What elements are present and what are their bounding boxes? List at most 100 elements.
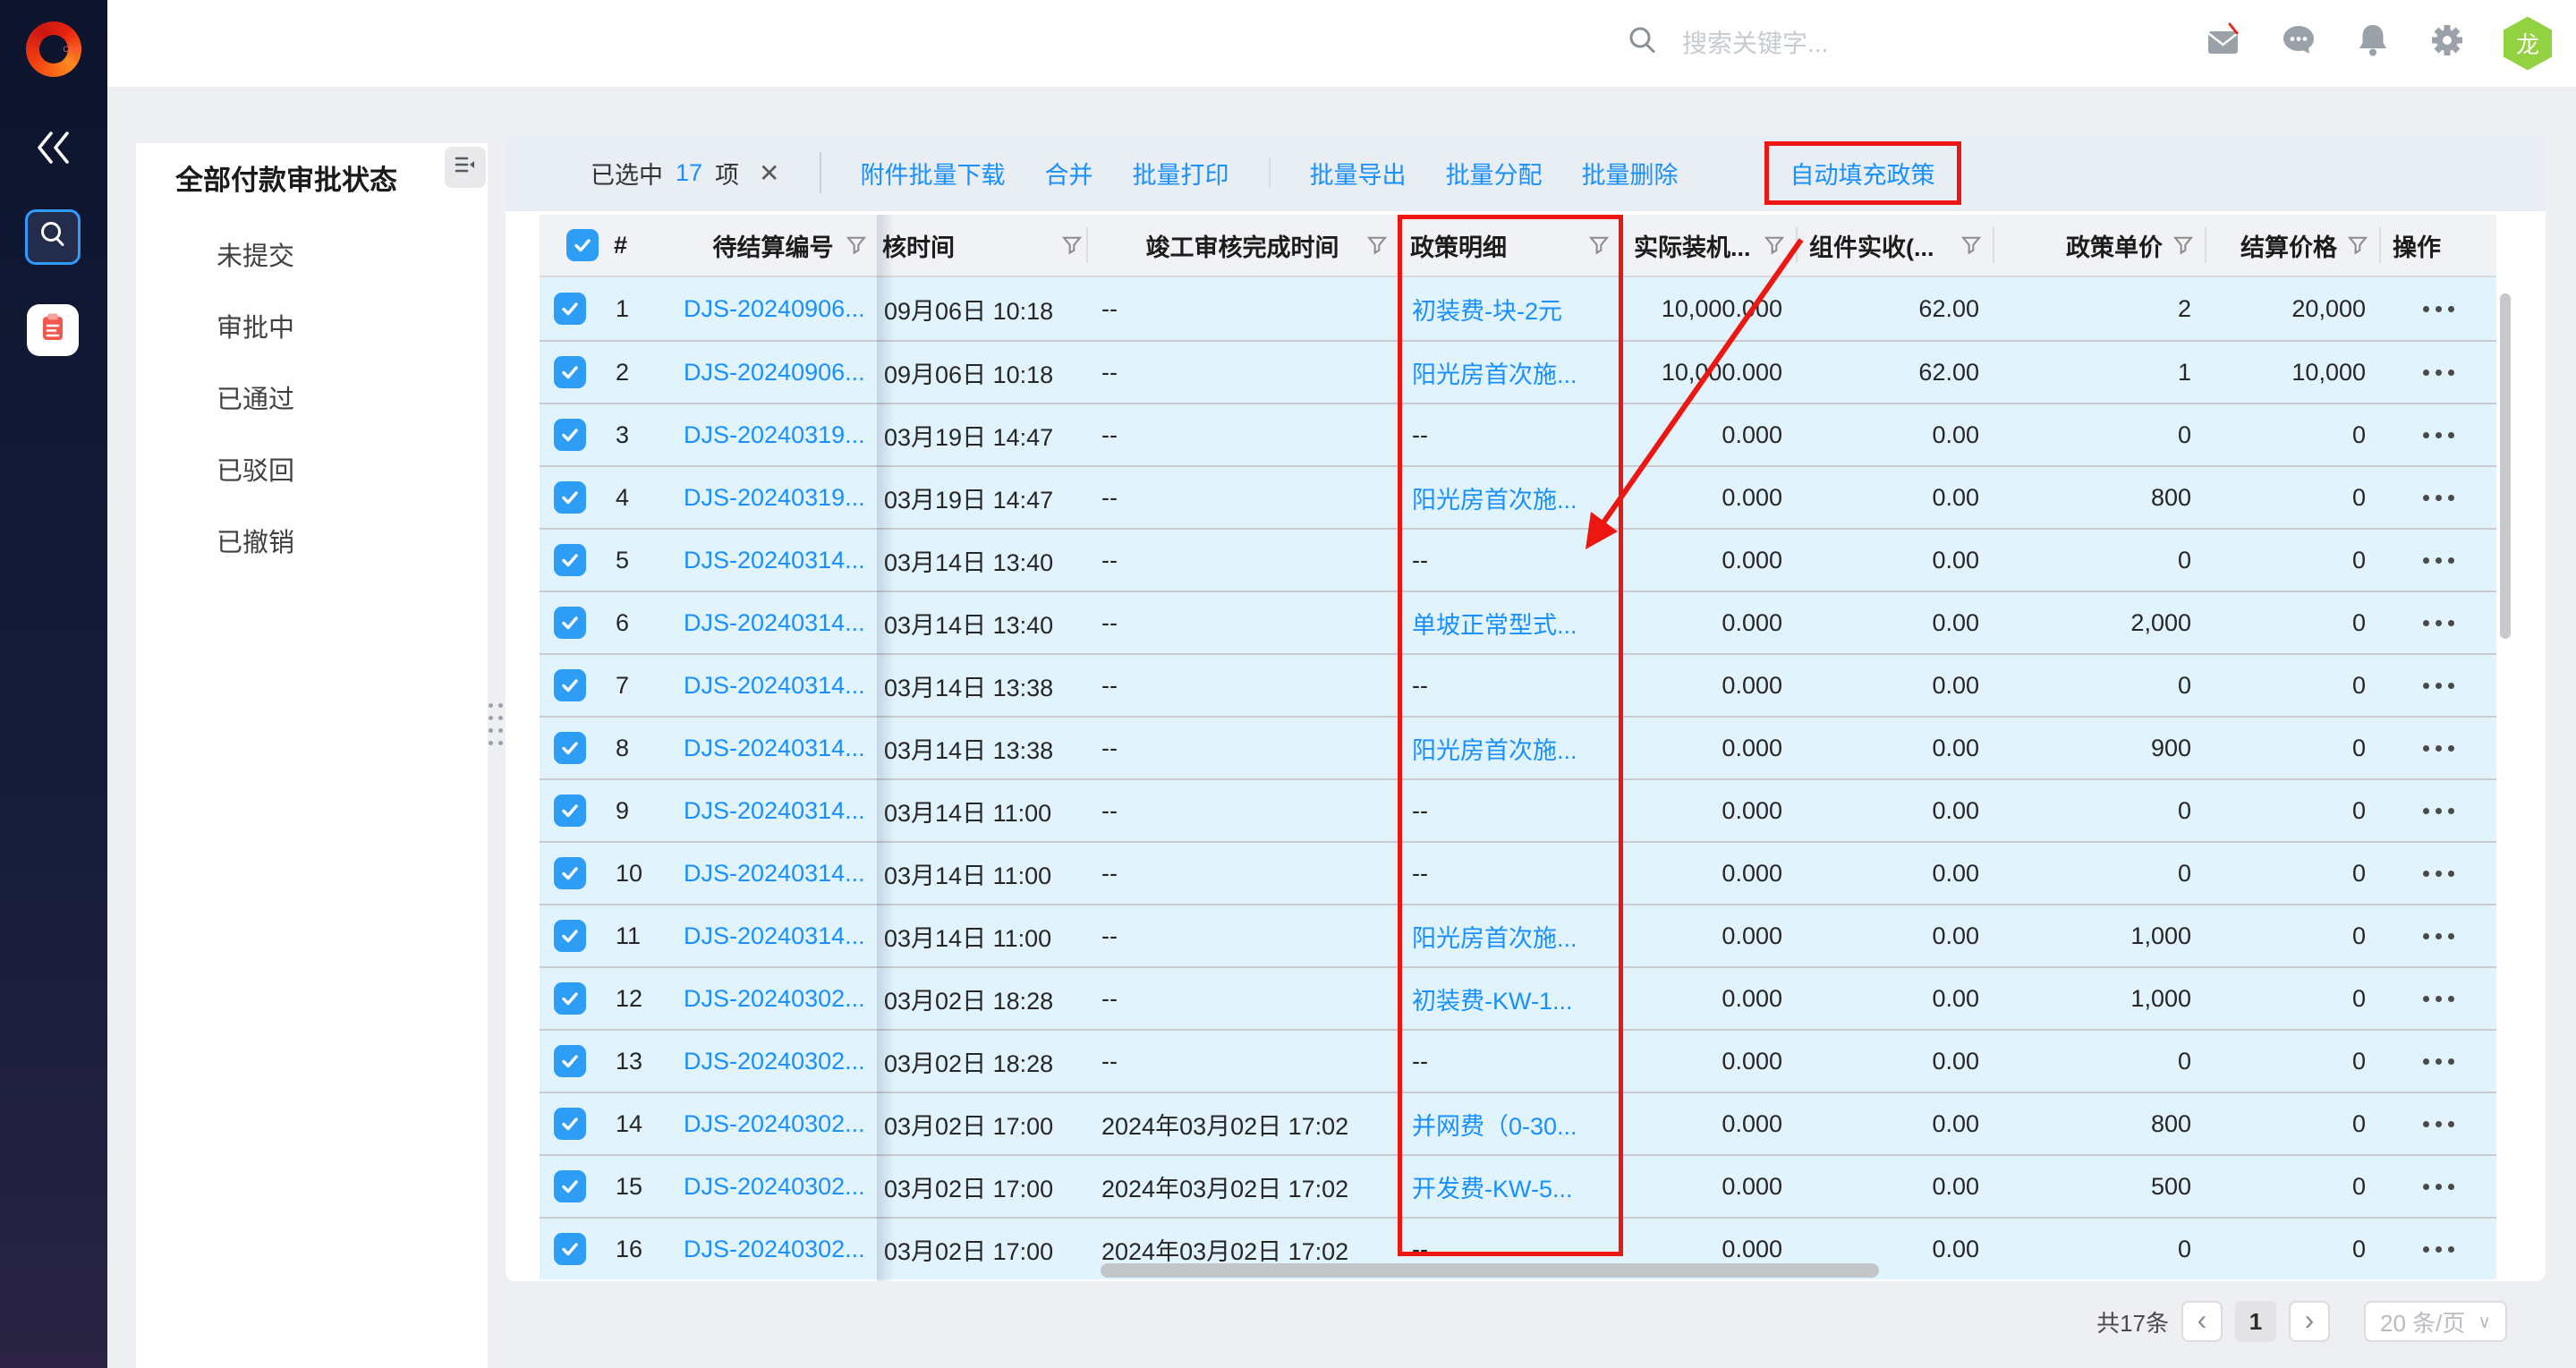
row-checkbox[interactable] (554, 920, 586, 952)
row-actions-button[interactable] (2394, 557, 2482, 564)
next-page-button[interactable]: › (2289, 1301, 2330, 1342)
row-actions-button[interactable] (2394, 306, 2482, 312)
row-checkbox[interactable] (554, 1108, 586, 1140)
code-link[interactable]: DJS-20240302... (684, 1110, 865, 1138)
row-actions-button[interactable] (2394, 871, 2482, 877)
code-link[interactable]: DJS-20240314... (684, 735, 865, 762)
filter-icon[interactable] (1367, 235, 1387, 255)
panel-collapse-button[interactable] (445, 147, 486, 188)
code-link[interactable]: DJS-20240302... (684, 1173, 865, 1201)
global-search-input[interactable] (1680, 29, 1979, 59)
rail-orders-nav-button[interactable] (27, 304, 79, 356)
row-actions-button[interactable] (2394, 1058, 2482, 1065)
toolbar-action[interactable]: 合并 (1045, 156, 1093, 191)
code-link[interactable]: DJS-20240906... (684, 359, 865, 387)
policy-link[interactable]: 初装费-KW-1... (1412, 981, 1573, 1016)
code-link[interactable]: DJS-20240314... (684, 922, 865, 950)
panel-resize-handle[interactable] (489, 703, 503, 759)
toolbar-action[interactable]: 批量打印 (1133, 156, 1229, 191)
code-link[interactable]: DJS-20240302... (684, 985, 865, 1013)
filter-icon[interactable] (1062, 235, 1082, 255)
filter-icon[interactable] (1589, 235, 1609, 255)
policy-link[interactable]: 初装费-块-2元 (1412, 292, 1562, 327)
clear-selection-icon[interactable]: ✕ (759, 158, 779, 188)
code-link[interactable]: DJS-20240302... (684, 1236, 865, 1263)
sidebar-item-4[interactable]: 已驳回 (136, 433, 488, 505)
row-checkbox[interactable] (554, 293, 586, 325)
page-size-select[interactable]: 20 条/页 ∨ (2364, 1301, 2507, 1342)
row-actions-button[interactable] (2394, 620, 2482, 626)
policy-link[interactable]: 并网费（0-30... (1412, 1107, 1577, 1142)
sidebar-collapse-button[interactable] (32, 131, 75, 170)
row-actions-button[interactable] (2394, 683, 2482, 689)
sidebar-item-2[interactable]: 审批中 (136, 290, 488, 361)
row-checkbox[interactable] (554, 1170, 586, 1202)
policy-link[interactable]: 阳光房首次施... (1412, 480, 1577, 515)
user-avatar[interactable]: 龙 (2504, 17, 2552, 71)
rail-search-nav-button[interactable] (25, 209, 81, 265)
toolbar-action[interactable]: 附件批量下载 (861, 156, 1006, 191)
policy-link[interactable]: 阳光房首次施... (1412, 919, 1577, 954)
toolbar-action[interactable]: 批量删除 (1582, 156, 1679, 191)
row-checkbox[interactable] (554, 794, 586, 827)
row-actions-button[interactable] (2394, 1246, 2482, 1253)
auto-fill-policy-button[interactable]: 自动填充政策 (1790, 156, 1935, 191)
row-actions-button[interactable] (2394, 1121, 2482, 1127)
code-link[interactable]: DJS-20240314... (684, 609, 865, 637)
selected-count: 17 (676, 159, 702, 187)
policy-link[interactable]: 开发费-KW-5... (1412, 1169, 1573, 1204)
row-checkbox[interactable] (554, 544, 586, 576)
filter-icon[interactable] (1961, 235, 1981, 255)
code-link[interactable]: DJS-20240319... (684, 484, 865, 512)
row-checkbox[interactable] (554, 607, 586, 639)
vertical-scrollbar[interactable] (2500, 293, 2511, 639)
sidebar-item-3[interactable]: 已通过 (136, 361, 488, 433)
filter-icon[interactable] (846, 235, 866, 255)
row-checkbox[interactable] (554, 1233, 586, 1265)
row-actions-button[interactable] (2394, 1184, 2482, 1190)
code-link[interactable]: DJS-20240314... (684, 797, 865, 825)
cell-value: 0.00 (1932, 922, 1979, 950)
code-link[interactable]: DJS-20240314... (684, 860, 865, 888)
row-actions-button[interactable] (2394, 370, 2482, 376)
code-link[interactable]: DJS-20240906... (684, 295, 865, 323)
select-all-checkbox[interactable] (566, 229, 599, 261)
prev-page-button[interactable]: ‹ (2181, 1301, 2223, 1342)
sidebar-item-1[interactable]: 未提交 (136, 218, 488, 290)
code-link[interactable]: DJS-20240314... (684, 547, 865, 574)
gear-icon[interactable] (2428, 21, 2466, 65)
row-checkbox[interactable] (554, 419, 586, 451)
code-link[interactable]: DJS-20240319... (684, 421, 865, 449)
row-checkbox[interactable] (554, 732, 586, 764)
bell-icon[interactable] (2355, 21, 2391, 65)
horizontal-scrollbar[interactable] (1101, 1263, 1879, 1278)
row-checkbox[interactable] (554, 857, 586, 889)
policy-link[interactable]: 阳光房首次施... (1412, 731, 1577, 766)
current-page-button[interactable]: 1 (2235, 1301, 2276, 1342)
filter-icon[interactable] (2348, 235, 2368, 255)
cell-value: 2,000 (2130, 609, 2191, 637)
row-checkbox[interactable] (554, 669, 586, 701)
row-actions-button[interactable] (2394, 933, 2482, 939)
row-checkbox[interactable] (554, 356, 586, 388)
row-checkbox[interactable] (554, 1045, 586, 1077)
chat-icon[interactable] (2280, 21, 2317, 65)
code-link[interactable]: DJS-20240302... (684, 1048, 865, 1075)
row-actions-button[interactable] (2394, 808, 2482, 814)
cell-policy: 阳光房首次施... (1398, 905, 1621, 966)
row-checkbox[interactable] (554, 481, 586, 514)
filter-icon[interactable] (1764, 235, 1784, 255)
row-actions-button[interactable] (2394, 996, 2482, 1002)
sidebar-item-5[interactable]: 已撤销 (136, 505, 488, 576)
toolbar-action[interactable]: 批量导出 (1310, 156, 1407, 191)
code-link[interactable]: DJS-20240314... (684, 672, 865, 700)
row-actions-button[interactable] (2394, 745, 2482, 752)
toolbar-action[interactable]: 批量分配 (1446, 156, 1543, 191)
policy-link[interactable]: 阳光房首次施... (1412, 355, 1577, 390)
filter-icon[interactable] (2173, 235, 2193, 255)
row-actions-button[interactable] (2394, 495, 2482, 501)
row-checkbox[interactable] (554, 982, 586, 1015)
row-actions-button[interactable] (2394, 432, 2482, 438)
mail-icon[interactable] (2205, 21, 2242, 65)
policy-link[interactable]: 单坡正常型式... (1412, 606, 1577, 641)
